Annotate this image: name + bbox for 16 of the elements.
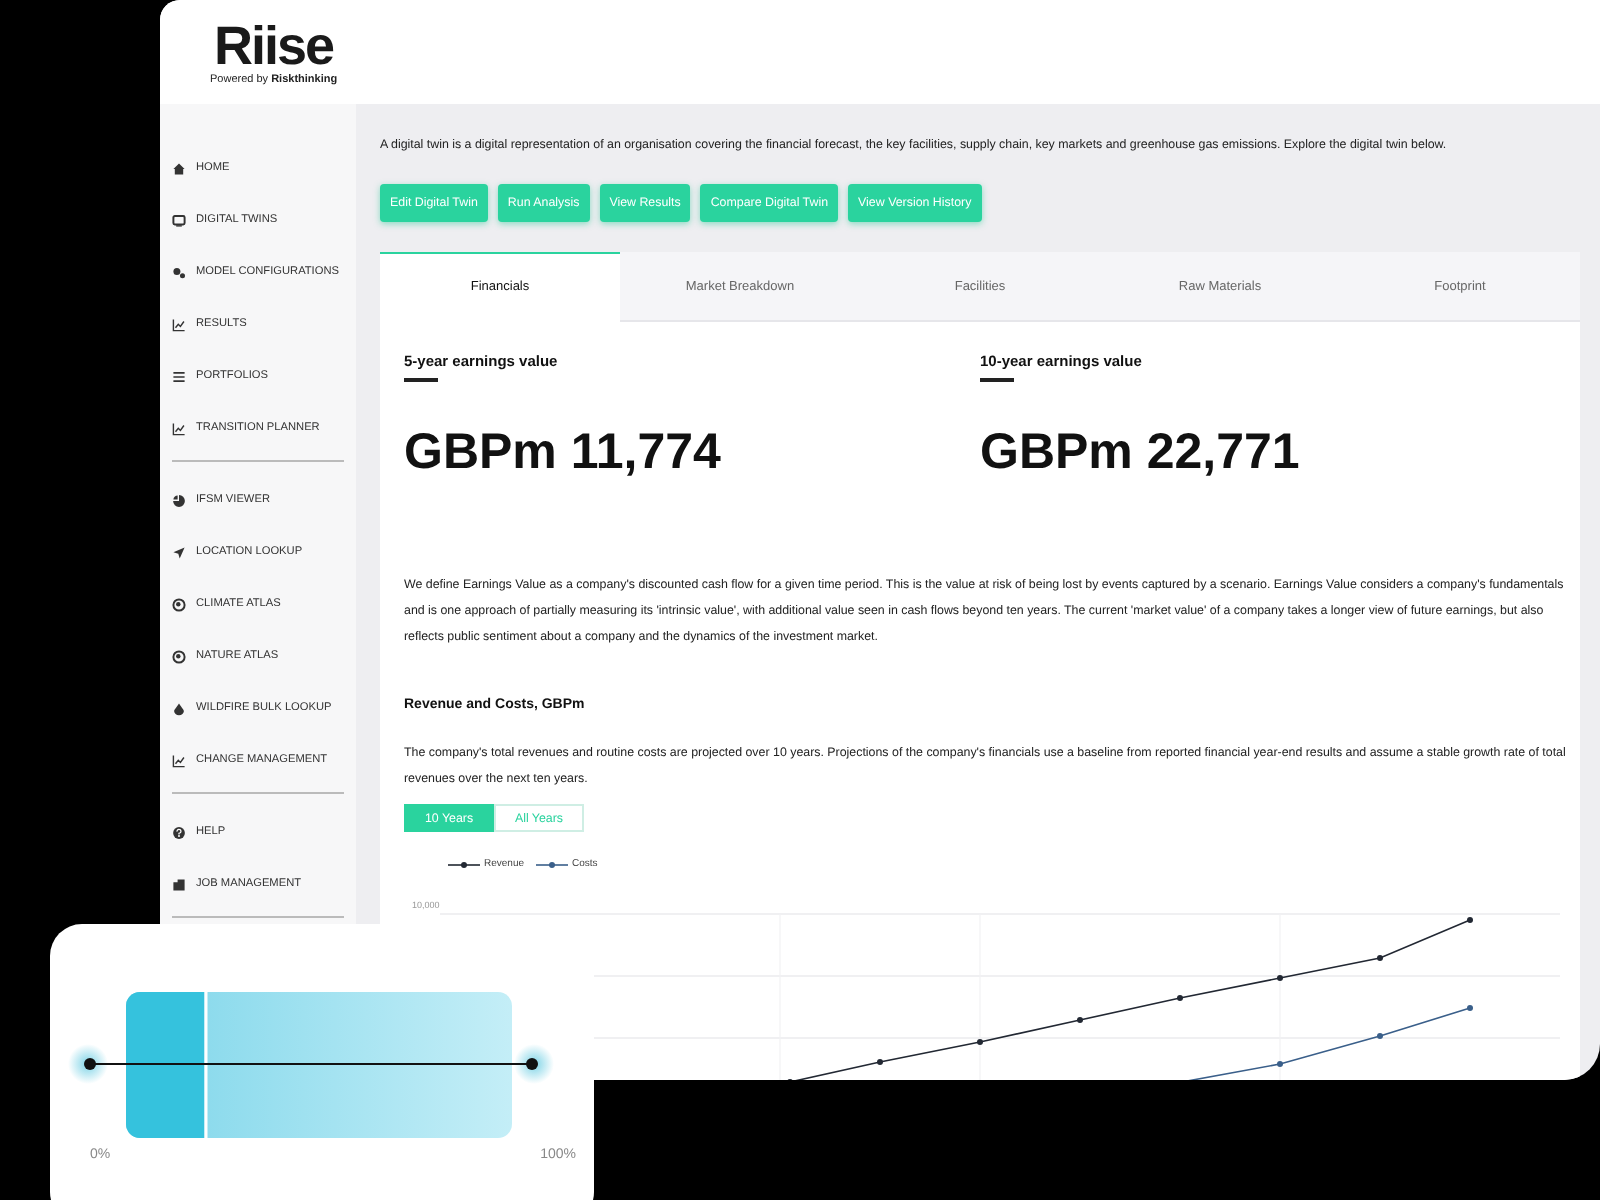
building-icon <box>172 877 186 891</box>
help-icon <box>172 825 186 839</box>
glow-mark <box>514 1044 554 1084</box>
pointer-icon <box>172 545 186 559</box>
monitor-icon <box>172 213 186 227</box>
chart-icon <box>172 753 186 767</box>
metric-value: GBPm 22,771 <box>980 424 1300 482</box>
chart-icon <box>172 317 186 331</box>
logo: Riise <box>214 18 334 74</box>
pie-icon <box>172 493 186 507</box>
metric-value: GBPm 11,774 <box>404 424 721 482</box>
chart-icon <box>172 421 186 435</box>
drop-icon <box>172 701 186 715</box>
list-icon <box>172 369 186 383</box>
glow-mark <box>68 1044 108 1084</box>
home-icon <box>172 161 186 175</box>
